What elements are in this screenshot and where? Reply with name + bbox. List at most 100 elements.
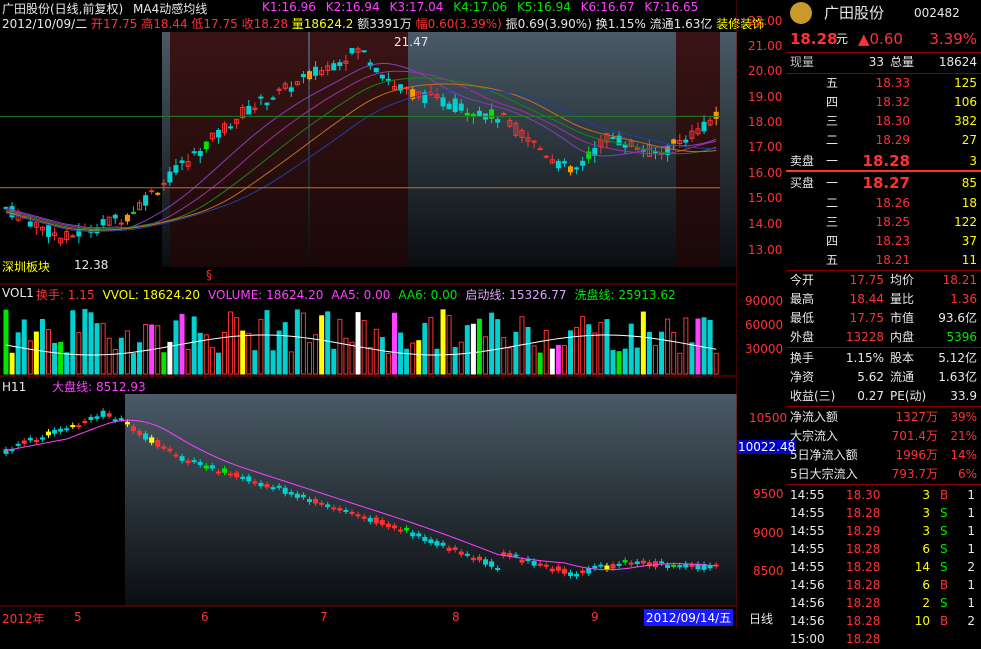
h11-candle-body (616, 563, 622, 566)
stat-value: 93.6亿 (938, 311, 977, 325)
h11-candle-body (100, 410, 106, 417)
tick-price: 18.28 (846, 596, 881, 610)
tick-time: 14:56 (790, 596, 825, 610)
vol-item: 换手: 1.15 (36, 288, 95, 302)
h11-candle-body (246, 476, 252, 482)
tick-row[interactable]: 14:56 18.28 10 B 2 (786, 612, 981, 631)
bid-level[interactable]: 买盘一 18.27 85 (786, 172, 981, 194)
ask-level[interactable]: 卖盘一 18.28 3 (786, 150, 981, 172)
bid-price: 18.23 (875, 234, 910, 248)
volume-bar (434, 348, 440, 375)
stat-value: 5.62 (857, 370, 884, 384)
flow-label: 大宗流入 (790, 429, 839, 443)
tick-count: 1 (967, 488, 975, 502)
h11-candle-body (130, 426, 136, 432)
tick-row[interactable]: 14:55 18.29 3 S 1 (786, 522, 981, 541)
tick-row[interactable]: 14:55 18.30 3 B 1 (786, 486, 981, 505)
candle-body (215, 129, 221, 138)
level-label: 一 (826, 154, 839, 168)
h11-candle-body (282, 487, 288, 494)
volume-bar (446, 315, 452, 375)
volume-bar (331, 348, 337, 375)
h11-candle-body (52, 429, 58, 434)
tick-row[interactable]: 14:56 18.28 6 B 1 (786, 576, 981, 595)
ask-level[interactable]: 五 18.33 125 (786, 74, 981, 93)
y-price-15: 15.00 (748, 191, 783, 205)
tick-price: 18.29 (846, 524, 881, 538)
h11-candle-body (191, 460, 197, 463)
flow-row: 净流入额 1327万 39% (786, 408, 981, 427)
h11-panel-name: H11 (2, 380, 27, 394)
tick-price: 18.28 (846, 560, 881, 574)
candle-body (464, 112, 470, 116)
tick-row[interactable]: 14:55 18.28 6 S 1 (786, 540, 981, 559)
volume-bar (100, 322, 106, 375)
tick-row[interactable]: 15:00 18.28 (786, 630, 981, 649)
h11-candle-body (337, 508, 343, 511)
chart-area[interactable]: 广田股份(日线,前复权) MA4动感均线 K1:16.96 K2:16.94 K… (0, 0, 764, 628)
period-label[interactable]: 日线 (749, 610, 773, 627)
h11-candle-body (537, 563, 543, 566)
h11-candle-body (325, 504, 331, 507)
volume-bar (470, 323, 476, 375)
x-label-aug: 8 (452, 610, 460, 624)
h11-candle-body (94, 416, 100, 419)
stat-row: 最低 17.75 市值 93.6亿 (786, 309, 981, 328)
low-annotation: 12.38 (74, 258, 109, 272)
candle-body (100, 219, 106, 226)
candle-body (203, 141, 209, 150)
candle-body (580, 160, 586, 166)
volume-bar (689, 342, 695, 375)
h11-candle-body (64, 428, 70, 431)
h11-candle-body (628, 562, 634, 565)
h11-candle-body (385, 523, 391, 528)
candle-body (143, 195, 149, 206)
bid-level[interactable]: 四 18.23 37 (786, 232, 981, 251)
volume-bar (118, 337, 124, 375)
h11-candle-body (592, 565, 598, 569)
candle-body (179, 160, 185, 164)
tick-row[interactable]: 14:55 18.28 14 S 2 (786, 558, 981, 577)
candle-body (118, 222, 124, 225)
h11-candle-body (549, 568, 555, 572)
ask-level[interactable]: 二 18.29 27 (786, 131, 981, 150)
tick-row[interactable]: 14:56 18.28 2 S 1 (786, 594, 981, 613)
volume-bar (215, 352, 221, 375)
candle-body (476, 110, 482, 117)
volume-bar (234, 317, 240, 375)
bid-level[interactable]: 二 18.26 18 (786, 194, 981, 213)
candle-body (501, 112, 507, 115)
event-marker[interactable]: § (206, 268, 212, 282)
h11-candle-body (137, 430, 143, 436)
tick-count: 1 (967, 578, 975, 592)
volume-bar (270, 350, 276, 375)
ask-price: 18.33 (875, 76, 910, 90)
volume-bar (574, 326, 580, 375)
h11-candle-body (161, 446, 167, 449)
y-vol-30000: 30000 (745, 342, 784, 356)
tick-side: S (940, 506, 948, 520)
volume-bar (561, 345, 567, 375)
ask-level[interactable]: 三 18.30 382 (786, 112, 981, 131)
bid-level[interactable]: 三 18.25 122 (786, 213, 981, 232)
tick-row[interactable]: 14:55 18.28 3 S 1 (786, 504, 981, 523)
volume-bar (319, 315, 325, 375)
flow-row: 大宗流入 701.4万 21% (786, 427, 981, 446)
logo-icon (790, 2, 812, 24)
volume-bar (677, 352, 683, 375)
volume-bar (21, 319, 27, 375)
bid-level[interactable]: 五 18.21 11 (786, 251, 981, 270)
volume-bar (464, 325, 470, 375)
candle-body (112, 214, 118, 219)
candlestick-chart[interactable] (0, 0, 737, 628)
candle-body (197, 151, 203, 157)
y-price-18: 18.00 (748, 115, 783, 129)
ask-level[interactable]: 四 18.32 106 (786, 93, 981, 112)
candle-body (337, 62, 343, 67)
volume-bar (88, 312, 94, 375)
level-label: 二 (826, 133, 839, 147)
volume-bar (458, 341, 464, 375)
y-price-16: 16.00 (748, 166, 783, 180)
ask-price: 18.28 (862, 152, 910, 170)
board-label[interactable]: 深圳板块 (2, 258, 50, 275)
